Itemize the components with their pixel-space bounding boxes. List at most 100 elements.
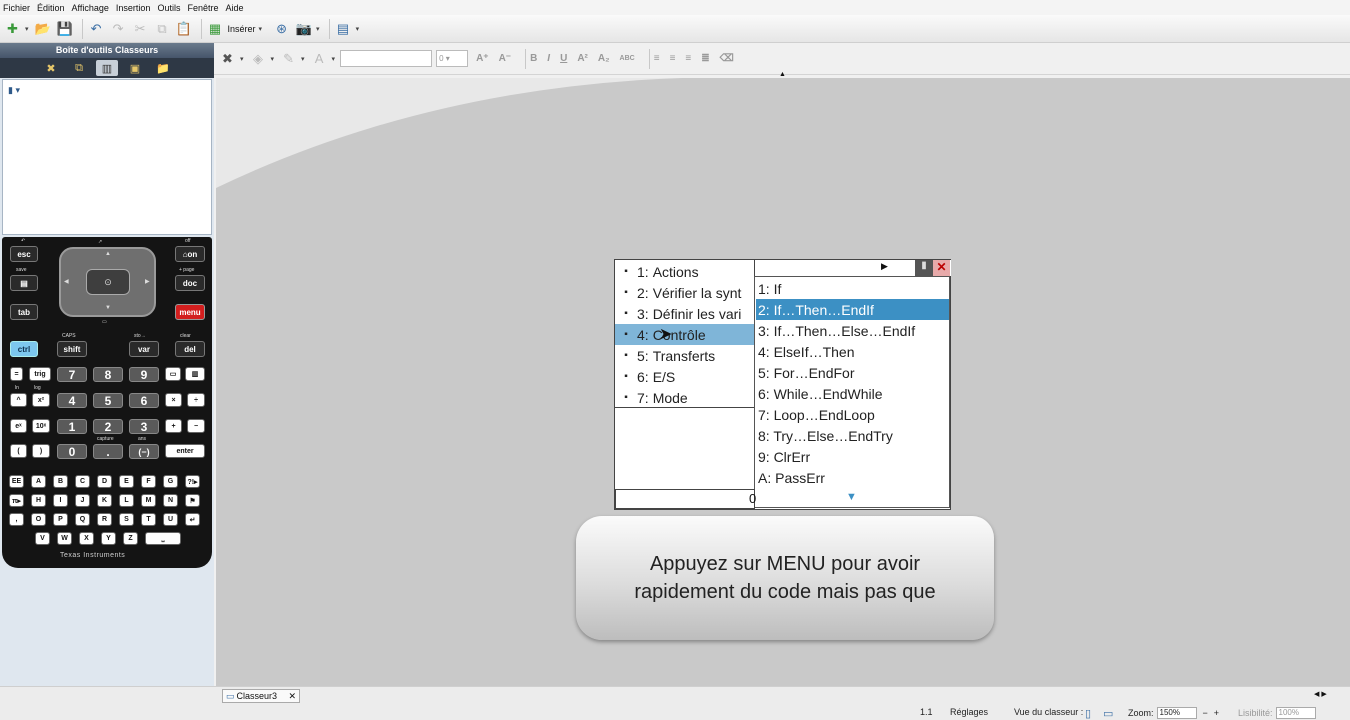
font-family-select[interactable]	[340, 50, 433, 67]
bold-icon[interactable]: B	[530, 53, 537, 64]
undo-icon[interactable]: ↶	[87, 19, 106, 38]
letter-key[interactable]: ↵	[185, 513, 200, 526]
copy-icon[interactable]: ⧉	[153, 19, 172, 38]
catalog-key[interactable]: ▥	[185, 367, 205, 381]
letter-key[interactable]: G	[163, 475, 178, 488]
superscript-icon[interactable]: A²	[577, 53, 588, 64]
letter-key[interactable]: J	[75, 494, 90, 507]
underline-icon[interactable]: U	[560, 53, 567, 64]
folder-icon[interactable]: 📁	[152, 60, 174, 76]
letter-key[interactable]: H	[31, 494, 46, 507]
content-explorer-icon[interactable]: ▣	[124, 60, 146, 76]
close-tab-icon[interactable]: ✕	[288, 691, 296, 702]
paste-icon[interactable]: 📋	[175, 19, 194, 38]
submenu-item[interactable]: 6: While…EndWhile	[756, 383, 949, 404]
touchpad[interactable]: ▲ ▼ ◀ ▶ ⊙	[59, 247, 156, 317]
letter-key[interactable]: R	[97, 513, 112, 526]
letter-key[interactable]: ⚑	[185, 494, 200, 507]
letter-key[interactable]: I	[53, 494, 68, 507]
justify-icon[interactable]: ≣	[701, 53, 709, 64]
right-paren-key[interactable]: )	[32, 444, 50, 458]
key-8[interactable]: 8	[93, 367, 123, 382]
negative-key[interactable]: (−)	[129, 444, 159, 459]
letter-key[interactable]: T	[141, 513, 156, 526]
tools-icon[interactable]: ✖	[40, 60, 62, 76]
letter-key[interactable]: Z	[123, 532, 138, 545]
screenshot-icon[interactable]: 📷	[294, 19, 313, 38]
enter-key[interactable]: enter	[165, 444, 205, 458]
new-document-icon[interactable]: ✚	[3, 19, 22, 38]
key-9[interactable]: 9	[129, 367, 159, 382]
font-bigger-icon[interactable]: A⁺	[476, 53, 489, 64]
letter-key[interactable]: N	[163, 494, 178, 507]
emulator-icon[interactable]: ▥	[96, 60, 118, 76]
key-3[interactable]: 3	[129, 419, 159, 434]
key-2[interactable]: 2	[93, 419, 123, 434]
submenu-item[interactable]: 2: If…Then…EndIf	[756, 299, 949, 320]
letter-key[interactable]: P	[53, 513, 68, 526]
menu-item[interactable]: ▪ 1: Actions	[615, 261, 755, 282]
doc-key[interactable]: doc	[175, 275, 205, 291]
power-key[interactable]: ^	[10, 393, 27, 407]
letter-key[interactable]: M	[141, 494, 156, 507]
screenshot-dropdown-icon[interactable]: ▾	[316, 25, 320, 33]
collapse-arrow-icon[interactable]: ▲	[779, 71, 786, 78]
calculator-screen[interactable]: ▶ ▮ ✕ ▪ 1: Actions ▪ 2: Vérifier la synt ▪ 3: Dé…	[614, 259, 951, 510]
letter-key[interactable]: L	[119, 494, 134, 507]
computer-view-icon[interactable]: ▭	[1103, 707, 1113, 720]
menu-affichage[interactable]: Affichage	[72, 3, 109, 13]
letter-key[interactable]: ?!▸	[185, 475, 200, 488]
on-key[interactable]: ⌂ on	[175, 246, 205, 262]
trig-key[interactable]: trig	[29, 367, 51, 381]
esc-key[interactable]: esc	[10, 246, 38, 262]
letter-key[interactable]: K	[97, 494, 112, 507]
letter-key[interactable]: C	[75, 475, 90, 488]
zoom-out-icon[interactable]: −	[1203, 708, 1208, 718]
submenu-item[interactable]: 1: If	[756, 278, 949, 299]
minus-key[interactable]: −	[187, 419, 205, 433]
key-7[interactable]: 7	[57, 367, 87, 382]
legibility-select[interactable]: 100%	[1275, 707, 1316, 719]
zoom-in-icon[interactable]: +	[1214, 708, 1219, 718]
letter-key[interactable]: π▸	[9, 494, 24, 507]
tools-menu-icon[interactable]: ✖	[218, 49, 237, 68]
key-6[interactable]: 6	[129, 393, 159, 408]
letter-key[interactable]: W	[57, 532, 72, 545]
submenu-item[interactable]: 7: Loop…EndLoop	[756, 404, 949, 425]
align-center-icon[interactable]: ≡	[670, 53, 676, 64]
submenu-item[interactable]: 3: If…Then…Else…EndIf	[756, 320, 949, 341]
menu-aide[interactable]: Aide	[226, 3, 244, 13]
scroll-down-icon[interactable]: ▼	[846, 491, 857, 503]
line-color-icon[interactable]: ✎	[279, 49, 298, 68]
text-color-dropdown-icon[interactable]: ▾	[332, 55, 336, 63]
plus-key[interactable]: +	[165, 419, 182, 433]
letter-key[interactable]: E	[119, 475, 134, 488]
letter-key[interactable]: V	[35, 532, 50, 545]
ctrl-key[interactable]: ctrl	[10, 341, 38, 357]
key-1[interactable]: 1	[57, 419, 87, 434]
letter-key[interactable]: ⎵	[145, 532, 181, 545]
key-4[interactable]: 4	[57, 393, 87, 408]
redo-icon[interactable]: ↷	[109, 19, 128, 38]
template-key[interactable]: ▭	[165, 367, 181, 381]
exp-key[interactable]: eˣ	[10, 419, 27, 433]
fill-dropdown-icon[interactable]: ▾	[271, 55, 275, 63]
letter-key[interactable]: A	[31, 475, 46, 488]
variables-icon[interactable]: ⊛	[272, 19, 291, 38]
scratchpad-key[interactable]: ▤	[10, 275, 38, 291]
document-tab[interactable]: ▭ Classeur3 ✕	[222, 689, 300, 703]
submenu-item[interactable]: 9: ClrErr	[756, 446, 949, 467]
letter-key[interactable]: Q	[75, 513, 90, 526]
font-size-select[interactable]: 0 ▾	[436, 50, 469, 67]
click-center-icon[interactable]: ⊙	[86, 269, 130, 295]
divide-key[interactable]: ÷	[187, 393, 205, 407]
left-paren-key[interactable]: (	[10, 444, 27, 458]
menu-item[interactable]: ▪ 3: Définir les vari	[615, 303, 755, 324]
strikethrough-icon[interactable]: ABC	[620, 55, 635, 62]
tab-scroll-icons[interactable]: ◀ ▶	[1314, 690, 1327, 698]
subscript-icon[interactable]: A₂	[598, 53, 610, 64]
square-key[interactable]: x²	[32, 393, 50, 407]
menu-insertion[interactable]: Insertion	[116, 3, 151, 13]
menu-item[interactable]: ▪ 4: Contrôle	[615, 324, 755, 345]
settings-button[interactable]: Réglages	[950, 707, 988, 717]
